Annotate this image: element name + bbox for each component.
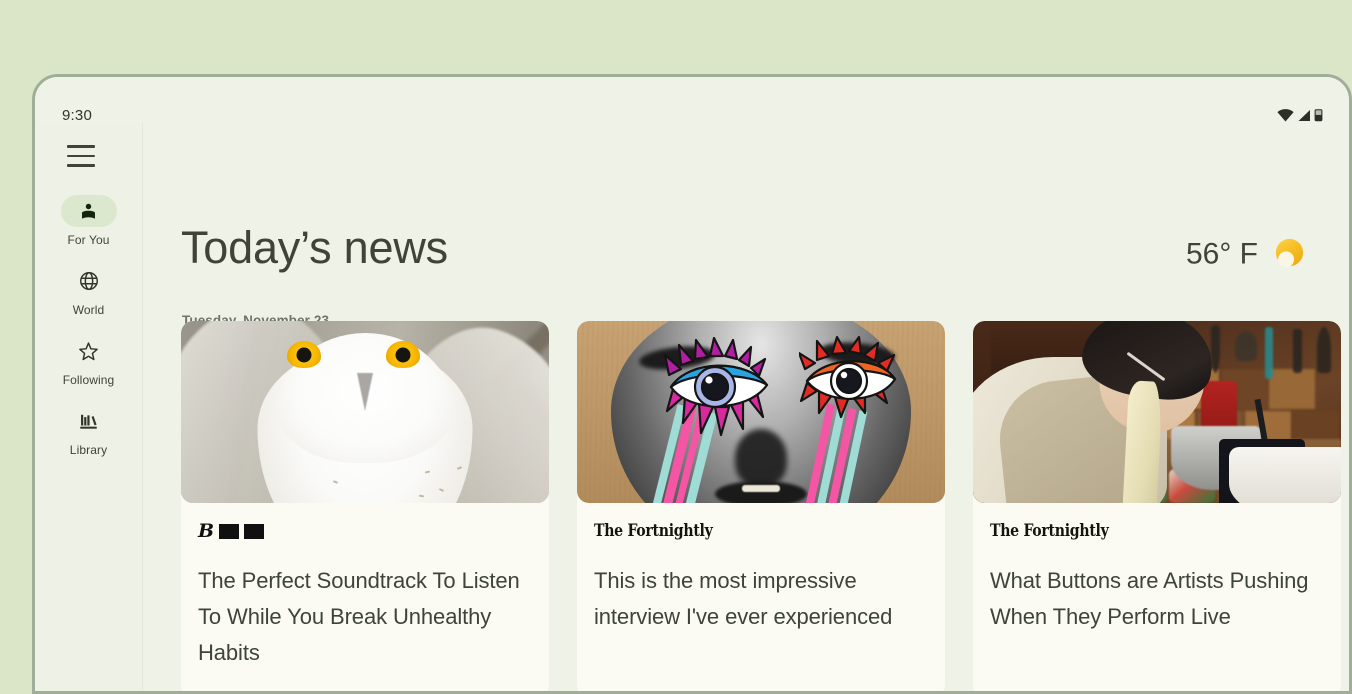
sidebar-item-label: For You	[67, 233, 110, 247]
weather-widget[interactable]: 56° F	[1186, 237, 1307, 272]
device-frame: 9:30 For You World Following Library Tod…	[32, 74, 1352, 694]
news-card[interactable]: The Fortnightly What Buttons are Artists…	[973, 321, 1341, 691]
library-pill	[61, 405, 117, 437]
world-pill	[61, 265, 117, 297]
collage-eye-left	[663, 337, 769, 437]
card-image-snowy-owl	[181, 321, 549, 503]
card-image-baker-kitchen	[973, 321, 1341, 503]
star-outline-icon	[79, 341, 98, 360]
sidebar-item-for-you[interactable]: For You	[35, 195, 142, 247]
card-headline: The Perfect Soundtrack To Listen To Whil…	[198, 568, 520, 665]
card-body: The Fortnightly What Buttons are Artists…	[973, 503, 1341, 661]
status-bar: 9:30	[35, 77, 1349, 124]
collage-eye-right	[799, 335, 897, 419]
wifi-icon	[1277, 108, 1294, 121]
card-source: The Fortnightly	[990, 521, 1324, 541]
status-bar-icons	[1277, 108, 1323, 122]
app-screen: 9:30 For You World Following Library Tod…	[35, 77, 1349, 691]
card-image-popart-eyes	[577, 321, 945, 503]
card-source: B	[198, 521, 532, 541]
menu-line	[67, 164, 95, 167]
person-reading-icon	[82, 203, 95, 219]
card-source: The Fortnightly	[594, 521, 928, 541]
card-body: The Fortnightly This is the most impress…	[577, 503, 945, 661]
sidebar-item-label: World	[72, 303, 105, 317]
weather-temperature: 56° F	[1185, 237, 1258, 270]
navigation-rail-items: For You World Following Library	[35, 195, 142, 475]
page-header: Today’s news Tuesday, November 23 56° F	[181, 123, 1309, 328]
sidebar-item-following[interactable]: Following	[35, 335, 142, 387]
sidebar-item-world[interactable]: World	[35, 265, 142, 317]
fortnightly-logo: The Fortnightly	[990, 521, 1109, 541]
hamburger-menu-icon[interactable]	[67, 145, 95, 167]
fortnightly-logo: The Fortnightly	[594, 521, 713, 541]
card-body: B The Perfect Soundtrack To Listen To Wh…	[181, 503, 549, 691]
sidebar-item-library[interactable]: Library	[35, 405, 142, 457]
news-cards-row: B The Perfect Soundtrack To Listen To Wh…	[181, 321, 1349, 691]
globe-icon	[79, 272, 98, 290]
partly-cloudy-sun-icon	[1272, 237, 1307, 272]
menu-line	[67, 154, 95, 158]
news-card[interactable]: The Fortnightly This is the most impress…	[577, 321, 945, 691]
card-headline: This is the most impressive interview I'…	[594, 568, 893, 629]
battery-icon	[1314, 109, 1323, 122]
navigation-rail: For You World Following Library	[35, 123, 143, 691]
menu-line	[67, 145, 95, 148]
card-headline: What Buttons are Artists Pushing When Th…	[990, 568, 1309, 629]
sidebar-item-label: Following	[62, 373, 115, 387]
main-content: Today’s news Tuesday, November 23 56° F	[143, 123, 1349, 691]
local-library-icon	[80, 414, 97, 429]
news-card[interactable]: B The Perfect Soundtrack To Listen To Wh…	[181, 321, 549, 691]
page-title: Today’s news	[181, 222, 448, 273]
owl-eye-left	[287, 341, 321, 368]
sidebar-item-label: Library	[69, 443, 108, 457]
status-bar-time: 9:30	[62, 107, 92, 124]
b-logo: B	[198, 521, 265, 541]
following-pill	[61, 335, 117, 367]
for-you-active-pill	[60, 195, 117, 227]
signal-icon	[1298, 109, 1310, 121]
owl-eye-right	[386, 341, 420, 368]
